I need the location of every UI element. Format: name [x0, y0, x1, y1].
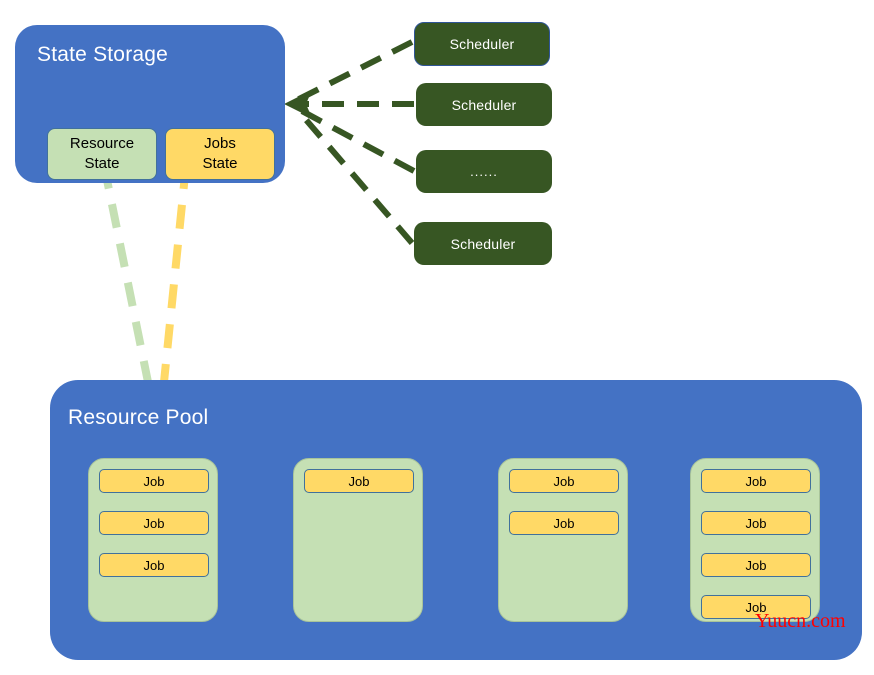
job-label: Job — [745, 473, 767, 489]
jobs-state-chip[interactable]: Jobs State — [165, 128, 275, 180]
job-label: Job — [143, 557, 165, 573]
scheduler-box-1[interactable]: Scheduler — [414, 22, 550, 66]
edge-scheduler-3 — [298, 107, 416, 174]
edge-scheduler-4 — [298, 112, 415, 245]
scheduler-box-4[interactable]: Scheduler — [414, 222, 552, 265]
diagram-canvas: State Storage Resource State Jobs State … — [0, 0, 874, 675]
scheduler-label-3: ...... — [470, 164, 498, 179]
job-box[interactable]: Job — [99, 469, 209, 493]
resource-state-label-line1: Resource — [69, 135, 135, 153]
job-box[interactable]: Job — [509, 511, 619, 535]
edge-scheduler-1 — [295, 39, 414, 103]
state-storage-panel[interactable]: State Storage Resource State Jobs State — [15, 25, 285, 183]
arrowhead-to-state-storage — [284, 90, 312, 118]
job-label: Job — [553, 473, 575, 489]
job-label: Job — [553, 515, 575, 531]
jobs-state-label-line2: State — [202, 155, 238, 172]
job-label: Job — [745, 557, 767, 573]
job-label: Job — [143, 515, 165, 531]
resource-node-4[interactable]: Job Job Job Job — [690, 458, 820, 622]
job-box[interactable]: Job — [99, 511, 209, 535]
watermark: Yuucn.com — [755, 610, 846, 632]
scheduler-label-2: Scheduler — [451, 96, 517, 113]
resource-node-2[interactable]: Job — [293, 458, 423, 622]
scheduler-label-1: Scheduler — [449, 36, 515, 52]
scheduler-box-3[interactable]: ...... — [416, 150, 552, 193]
job-box[interactable]: Job — [701, 553, 811, 577]
jobs-state-label-line1: Jobs — [204, 135, 236, 153]
edge-resource-state-to-pool — [100, 164, 152, 383]
state-storage-title: State Storage — [37, 43, 169, 66]
edge-jobs-state-to-pool — [160, 164, 190, 383]
job-box[interactable]: Job — [509, 469, 619, 493]
job-label: Job — [143, 473, 165, 489]
job-box[interactable]: Job — [99, 553, 209, 577]
job-box[interactable]: Job — [304, 469, 414, 493]
resource-pool-title: Resource Pool — [68, 406, 209, 429]
job-label: Job — [745, 515, 767, 531]
job-label: Job — [348, 473, 370, 489]
job-box[interactable]: Job — [701, 511, 811, 535]
resource-state-label-line2: State — [84, 155, 120, 172]
scheduler-box-2[interactable]: Scheduler — [416, 83, 552, 126]
scheduler-label-4: Scheduler — [450, 235, 516, 252]
job-box[interactable]: Job — [701, 469, 811, 493]
resource-state-chip[interactable]: Resource State — [47, 128, 157, 180]
resource-node-3[interactable]: Job Job — [498, 458, 628, 622]
resource-node-1[interactable]: Job Job Job — [88, 458, 218, 622]
